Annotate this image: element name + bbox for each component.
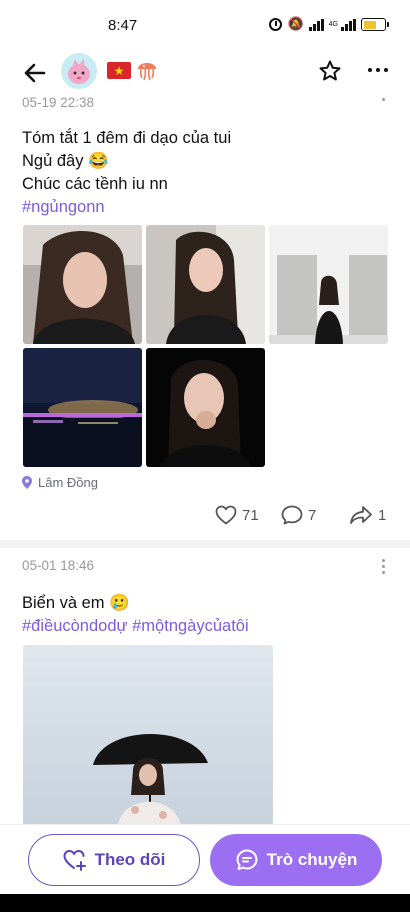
like-button[interactable]: 71	[215, 505, 259, 525]
chat-label: Trò chuyện	[266, 850, 358, 869]
post-text: Tóm tắt 1 đêm đi dạo của tui Ngủ đây 😂 C…	[22, 127, 231, 219]
status-time: 8:47	[108, 17, 138, 34]
post-text: Biển và em 🥲 #điềucòndodự #mộtngàycủatôi	[22, 592, 249, 638]
location-pin-icon	[22, 476, 32, 489]
battery-fill	[363, 20, 376, 29]
share-button[interactable]: 1	[349, 505, 386, 525]
post-menu-icon[interactable]	[382, 98, 386, 101]
status-bar: 8:47 🔕 4G	[0, 0, 410, 50]
alarm-icon	[269, 18, 283, 31]
vietnam-flag-icon: ★	[107, 62, 131, 79]
mute-icon: 🔕	[287, 17, 304, 32]
status-icons: 🔕 4G	[269, 17, 389, 32]
comment-icon	[281, 505, 303, 525]
post-hashtag[interactable]: #ngủngonn	[22, 196, 231, 219]
system-nav-bar	[0, 894, 410, 912]
post-photo[interactable]	[23, 348, 142, 467]
jellyfish-icon	[138, 63, 156, 81]
follow-button[interactable]: Theo dõi	[28, 834, 200, 886]
follow-label: Theo dõi	[94, 850, 166, 869]
post-hashtag[interactable]: #điềucòndodự #mộtngàycủatôi	[22, 615, 249, 638]
chat-icon	[236, 849, 258, 870]
post-timestamp: 05-01 18:46	[22, 558, 95, 573]
post-divider	[0, 540, 410, 548]
post-photo[interactable]	[23, 225, 142, 344]
comment-count: 7	[308, 506, 317, 524]
share-icon	[350, 506, 372, 524]
post-location[interactable]: Lâm Đồng	[22, 475, 98, 490]
post-photo[interactable]	[146, 225, 265, 344]
more-icon[interactable]	[368, 68, 388, 72]
heart-icon	[215, 505, 237, 525]
post-line: Chúc các tềnh iu nn	[22, 175, 168, 193]
avatar-image	[61, 53, 97, 89]
post-menu-icon[interactable]	[382, 559, 386, 574]
bottom-action-bar: Theo dõi Trò chuyện	[0, 824, 410, 894]
post-line: Biển và em 🥲	[22, 594, 130, 612]
avatar[interactable]	[61, 53, 97, 89]
post-photo[interactable]	[23, 645, 273, 825]
post-photo[interactable]	[269, 225, 388, 344]
heart-plus-icon	[63, 849, 86, 871]
chat-button[interactable]: Trò chuyện	[210, 834, 382, 886]
signal-icon-2	[341, 18, 356, 31]
battery-icon	[361, 18, 389, 31]
comment-button[interactable]: 7	[281, 505, 316, 525]
share-count: 1	[378, 506, 387, 524]
post-line: Ngủ đây 😂	[22, 152, 109, 170]
post-timestamp: 05-19 22:38	[22, 95, 95, 109]
post-line: Tóm tắt 1 đêm đi dạo của tui	[22, 129, 232, 147]
post-photo[interactable]	[146, 348, 265, 467]
signal-icon	[308, 18, 324, 31]
back-arrow-icon[interactable]	[22, 60, 48, 86]
location-label: Lâm Đồng	[38, 475, 98, 490]
profile-header: ★	[0, 50, 410, 98]
star-icon[interactable]	[318, 59, 342, 83]
network-label: 4G	[328, 21, 338, 28]
like-count: 71	[242, 506, 259, 524]
